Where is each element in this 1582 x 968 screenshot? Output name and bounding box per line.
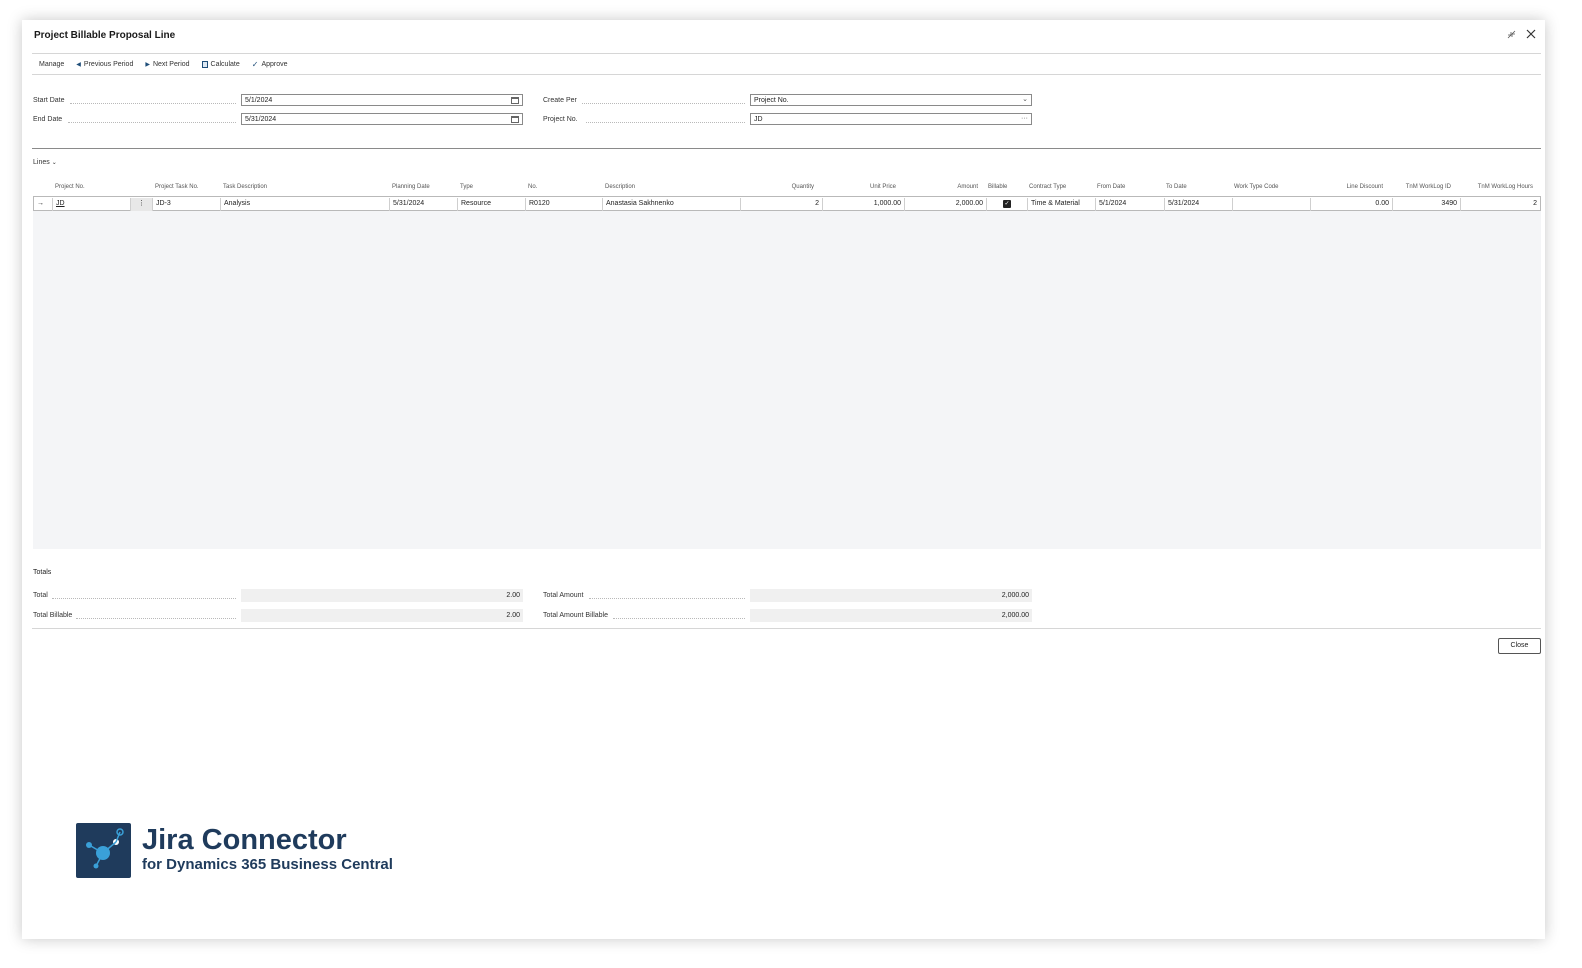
cell-to-date[interactable]: 5/31/2024	[1164, 198, 1232, 211]
chevron-down-icon: ⌄	[51, 160, 57, 166]
column-header[interactable]: TnM WorkLog Hours	[1462, 184, 1533, 190]
total-billable-value: 2.00	[241, 609, 523, 622]
total-value: 2.00	[241, 589, 523, 602]
column-header[interactable]: Quantity	[752, 184, 814, 190]
column-header[interactable]: Description	[605, 184, 635, 190]
lines-grid	[33, 196, 1541, 549]
triangle-right-icon: ▶	[145, 62, 150, 68]
total-amount-value: 2,000.00	[750, 589, 1032, 602]
total-amount-billable-value: 2,000.00	[750, 609, 1032, 622]
create-per-label: Create Per	[543, 97, 577, 104]
cell-quantity[interactable]: 2	[740, 198, 822, 211]
cell-amount[interactable]: 2,000.00	[904, 198, 986, 211]
cell-type[interactable]: Resource	[457, 198, 525, 211]
brand-subtitle: for Dynamics 365 Business Central	[142, 856, 393, 873]
calculator-icon	[201, 61, 208, 68]
page-title: Project Billable Proposal Line	[34, 30, 176, 41]
column-header[interactable]: Contract Type	[1029, 184, 1066, 190]
cell-worklog-id[interactable]: 3490	[1392, 198, 1460, 211]
column-header[interactable]: Planning Date	[392, 184, 430, 190]
action-bar: Manage ◀ Previous Period ▶ Next Period C…	[39, 60, 288, 69]
column-header[interactable]: Work Type Code	[1234, 184, 1278, 190]
column-header[interactable]: No.	[528, 184, 537, 190]
column-header[interactable]: Billable	[988, 184, 1007, 190]
total-billable-label: Total Billable	[33, 612, 73, 619]
column-header[interactable]: Line Discount	[1312, 184, 1383, 190]
chevron-down-icon[interactable]: ⌄	[1022, 95, 1028, 104]
column-header[interactable]: Project No.	[55, 184, 85, 190]
total-amount-label: Total Amount	[543, 592, 584, 599]
table-row[interactable]: → JD ⋮ JD-3 Analysis 5/31/2024 Resource …	[33, 196, 1541, 211]
billable-checkbox[interactable]: ✓	[1003, 200, 1011, 208]
triangle-left-icon: ◀	[76, 62, 81, 68]
lines-section-header[interactable]: Lines ⌄	[33, 159, 57, 166]
row-arrow-icon: →	[37, 200, 44, 207]
checkmark-icon: ✓	[251, 60, 259, 69]
calculate-button[interactable]: Calculate	[201, 61, 240, 68]
divider	[32, 74, 1541, 75]
cell-planning-date[interactable]: 5/31/2024	[389, 198, 457, 211]
cell-unit-price[interactable]: 1,000.00	[822, 198, 904, 211]
cell-task-description[interactable]: Analysis	[220, 198, 389, 211]
project-no-label: Project No.	[543, 116, 578, 123]
divider	[32, 148, 1541, 149]
column-header[interactable]: Unit Price	[834, 184, 896, 190]
column-header[interactable]: Task Description	[223, 184, 267, 190]
divider	[32, 53, 1541, 54]
end-date-label: End Date	[33, 116, 63, 123]
cell-no[interactable]: R0120	[525, 198, 602, 211]
approve-button[interactable]: ✓ Approve	[252, 60, 288, 69]
column-header[interactable]: Project Task No.	[155, 184, 199, 190]
total-label: Total	[33, 592, 48, 599]
create-per-select[interactable]: Project No. ⌄	[750, 94, 1032, 106]
cell-line-discount[interactable]: 0.00	[1310, 198, 1392, 211]
cell-task-no[interactable]: JD-3	[152, 198, 220, 211]
cell-description[interactable]: Anastasia Sakhnenko	[602, 198, 740, 211]
close-button[interactable]: Close	[1498, 638, 1541, 654]
manage-button[interactable]: Manage	[39, 61, 64, 68]
cell-from-date[interactable]: 5/1/2024	[1095, 198, 1164, 211]
project-no-field[interactable]: JD ···	[750, 113, 1032, 125]
jira-connector-logo-icon	[76, 823, 131, 878]
close-icon[interactable]	[1525, 28, 1537, 40]
collapse-icon[interactable]	[1505, 28, 1517, 40]
cell-work-type-code[interactable]	[1232, 198, 1310, 211]
previous-period-button[interactable]: ◀ Previous Period	[76, 61, 133, 68]
calendar-icon[interactable]	[511, 97, 519, 104]
dialog-window: Project Billable Proposal Line Manage ◀ …	[22, 20, 1545, 939]
brand-title: Jira Connector	[142, 824, 347, 856]
column-header[interactable]: TnM WorkLog ID	[1392, 184, 1451, 190]
column-header[interactable]: Type	[460, 184, 473, 190]
end-date-field[interactable]: 5/31/2024	[241, 113, 523, 125]
row-menu-icon[interactable]: ⋮	[130, 198, 152, 211]
calendar-icon[interactable]	[511, 116, 519, 123]
total-amount-billable-label: Total Amount Billable	[543, 612, 608, 619]
cell-contract-type[interactable]: Time & Material	[1027, 198, 1095, 211]
cell-worklog-hours[interactable]: 2	[1460, 198, 1540, 211]
column-header[interactable]: From Date	[1097, 184, 1125, 190]
column-header[interactable]: To Date	[1166, 184, 1187, 190]
lookup-ellipsis-icon[interactable]: ···	[1021, 114, 1028, 123]
start-date-field[interactable]: 5/1/2024	[241, 94, 523, 106]
cell-project-no[interactable]: JD	[52, 198, 130, 211]
start-date-label: Start Date	[33, 97, 65, 104]
divider	[32, 628, 1541, 629]
column-header[interactable]: Amount	[916, 184, 978, 190]
cell-billable: ✓	[986, 198, 1027, 211]
next-period-button[interactable]: ▶ Next Period	[145, 61, 189, 68]
totals-section-header: Totals	[33, 569, 52, 576]
